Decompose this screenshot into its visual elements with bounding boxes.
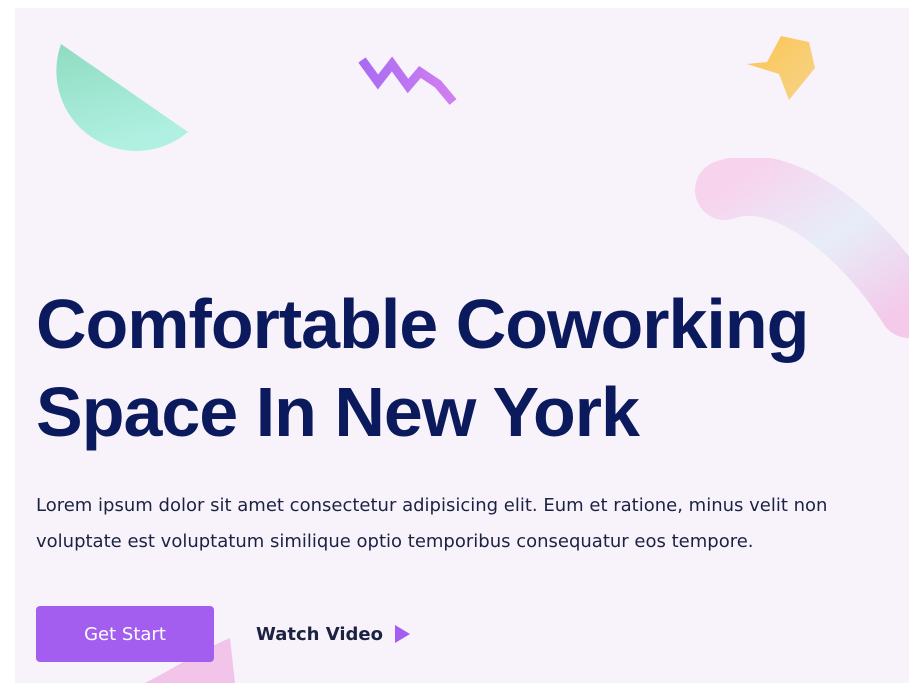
star-shape <box>747 36 815 100</box>
watch-video-link[interactable]: Watch Video <box>256 620 410 648</box>
hero-title-line-2: Space In New York <box>36 373 640 451</box>
play-icon <box>394 625 410 643</box>
half-circle-shape <box>56 44 188 151</box>
hero-title: Comfortable Coworking Space In New York <box>36 280 896 456</box>
hero-section: Comfortable Coworking Space In New York … <box>15 8 909 683</box>
zigzag-shape <box>358 56 457 105</box>
hero-description: Lorem ipsum dolor sit amet consectetur a… <box>36 495 828 552</box>
watch-video-label: Watch Video <box>256 623 383 645</box>
get-start-button[interactable]: Get Start <box>36 606 214 662</box>
hero-title-line-1: Comfortable Coworking <box>36 285 809 363</box>
